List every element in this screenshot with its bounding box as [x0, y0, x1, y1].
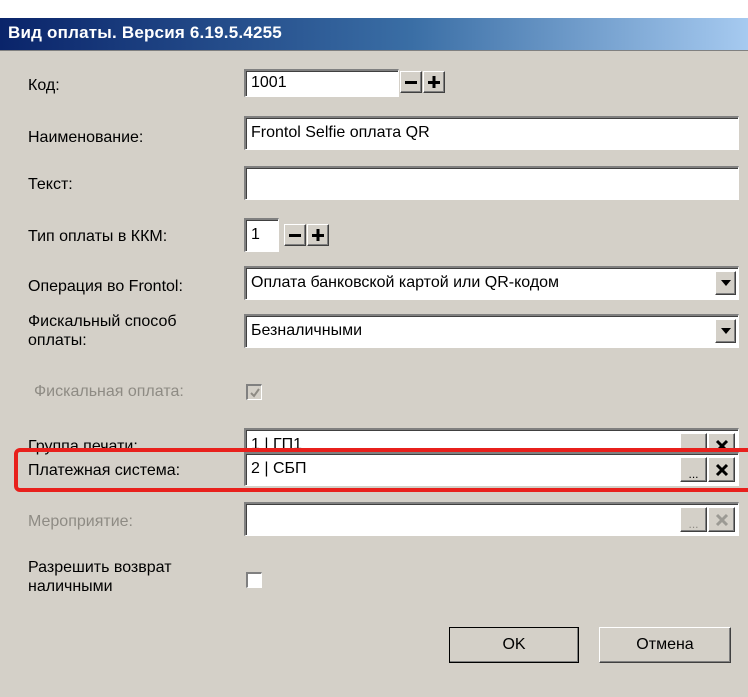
text-input[interactable]: [244, 166, 739, 200]
frontol-operation-dropdown-button[interactable]: [715, 271, 736, 295]
fiscal-method-select[interactable]: Безналичными: [244, 314, 739, 348]
text-label: Текст:: [28, 176, 73, 193]
allow-cash-return-checkbox[interactable]: [246, 572, 262, 588]
plus-icon: [428, 76, 440, 88]
frontol-operation-select[interactable]: Оплата банковской картой или QR-кодом: [244, 266, 739, 300]
fiscal-payment-checkbox[interactable]: [246, 384, 262, 400]
name-label: Наименование:: [28, 129, 144, 146]
kkm-type-increment-button[interactable]: [307, 224, 329, 246]
dropdown-arrow-icon: [720, 328, 731, 334]
dropdown-arrow-icon: [720, 280, 731, 286]
fiscal-payment-label: Фискальная оплата:: [34, 383, 184, 400]
code-decrement-button[interactable]: [400, 71, 422, 93]
cancel-button[interactable]: Отмена: [599, 627, 731, 663]
code-input[interactable]: 1001: [244, 69, 399, 97]
event-input[interactable]: [244, 502, 739, 536]
checkmark-icon: [250, 388, 260, 398]
close-x-icon: [715, 513, 728, 526]
fiscal-method-label-line1: Фискальный способ: [28, 313, 177, 330]
event-clear-button[interactable]: [708, 507, 735, 532]
kkm-type-label: Тип оплаты в ККМ:: [28, 228, 168, 245]
frontol-operation-label: Операция во Frontol:: [28, 278, 183, 295]
top-strip: [0, 0, 748, 18]
minus-icon: [405, 81, 417, 84]
ok-button[interactable]: OK: [449, 627, 579, 663]
ellipsis-icon: ...: [688, 517, 699, 531]
payment-system-highlight: [14, 448, 748, 492]
kkm-type-input[interactable]: 1: [244, 218, 279, 252]
code-label: Код:: [28, 77, 60, 94]
kkm-type-decrement-button[interactable]: [284, 224, 306, 246]
fiscal-method-dropdown-button[interactable]: [715, 319, 736, 343]
event-label: Мероприятие:: [28, 513, 133, 530]
event-browse-button[interactable]: ...: [680, 507, 707, 532]
allow-cash-return-label-line1: Разрешить возврат: [28, 559, 172, 576]
fiscal-method-label-line2: оплаты:: [28, 332, 87, 349]
title-bar[interactable]: Вид оплаты. Версия 6.19.5.4255: [0, 18, 748, 51]
payment-type-dialog: Вид оплаты. Версия 6.19.5.4255 Код: 1001…: [0, 0, 748, 697]
plus-icon: [312, 229, 324, 241]
allow-cash-return-label-line2: наличными: [28, 578, 113, 595]
minus-icon: [289, 234, 301, 237]
window-title: Вид оплаты. Версия 6.19.5.4255: [8, 23, 282, 42]
name-input[interactable]: Frontol Selfie оплата QR: [244, 116, 739, 150]
code-increment-button[interactable]: [423, 71, 445, 93]
